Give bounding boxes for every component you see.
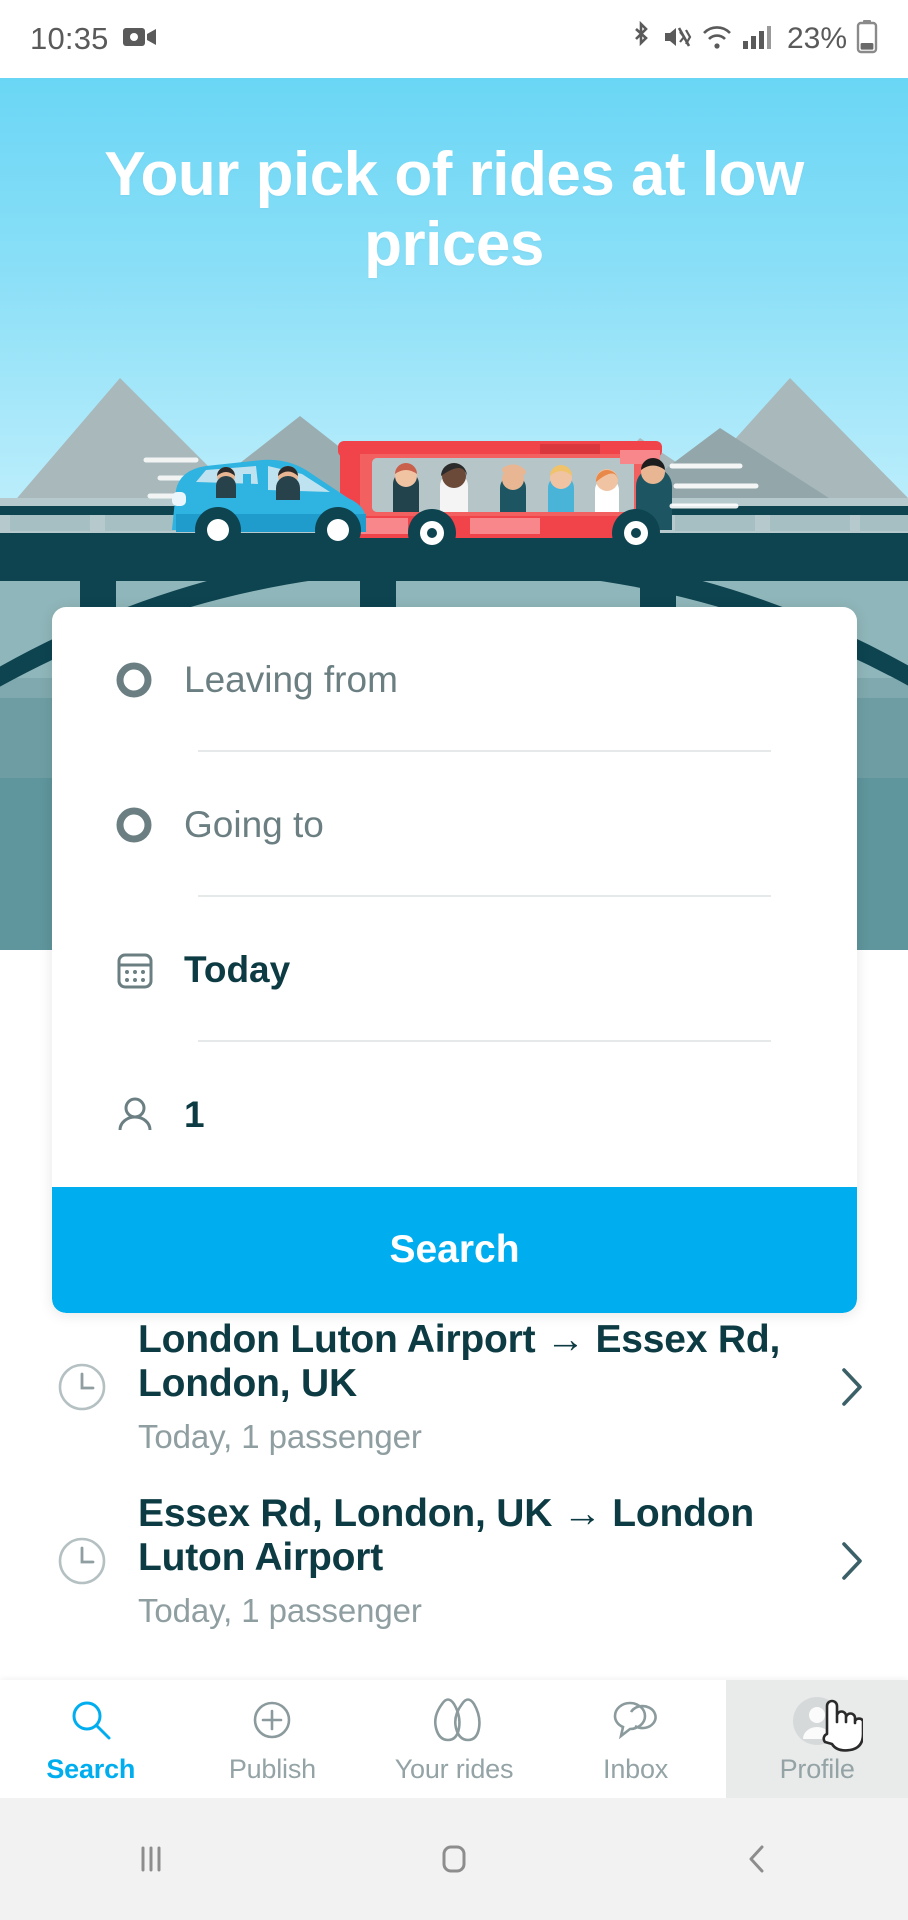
nav-item-inbox[interactable]: Inbox (545, 1680, 727, 1798)
nav-item-publish[interactable]: Publish (182, 1680, 364, 1798)
mute-vibrate-icon (662, 22, 692, 57)
nav-item-search[interactable]: Search (0, 1680, 182, 1798)
recent-search-row[interactable]: Essex Rd, London, UK → London Luton Airp… (0, 1474, 908, 1648)
video-record-icon (122, 25, 157, 54)
going-to-placeholder: Going to (184, 803, 324, 845)
search-card: Leaving from Going to Today 1 Search (52, 607, 857, 1313)
app-root: 10:35 23% Your pick of rides at low pric… (0, 0, 908, 1920)
nav-item-your-rides[interactable]: Your rides (363, 1680, 545, 1798)
chat-bubble-icon (609, 1694, 663, 1748)
recent-searches-list: London Luton Airport → Essex Rd, London,… (0, 1300, 908, 1648)
recent-search-text: London Luton Airport → Essex Rd, London,… (120, 1318, 830, 1456)
search-button[interactable]: Search (52, 1187, 857, 1313)
recent-search-row[interactable]: London Luton Airport → Essex Rd, London,… (0, 1300, 908, 1474)
back-icon[interactable] (605, 1837, 908, 1881)
recent-details-label: Today, 1 passenger (138, 1418, 422, 1456)
status-bar: 10:35 23% (0, 0, 908, 78)
status-bar-right: 23% (629, 19, 878, 59)
date-field[interactable]: Today (52, 897, 857, 1042)
steering-rides-icon (426, 1694, 482, 1748)
chevron-right-icon[interactable] (830, 1362, 874, 1412)
passengers-value: 1 (184, 1093, 205, 1135)
circle-outline-icon (112, 803, 168, 847)
status-bar-clock: 10:35 (30, 21, 109, 56)
recents-icon[interactable] (0, 1837, 303, 1881)
going-to-field[interactable]: Going to (52, 752, 857, 897)
calendar-icon (112, 947, 168, 993)
home-icon[interactable] (303, 1837, 606, 1881)
circle-outline-icon (112, 658, 168, 702)
nav-label-publish: Publish (228, 1753, 316, 1784)
passengers-field[interactable]: 1 (52, 1042, 857, 1187)
cellular-signal-icon (742, 23, 772, 56)
nav-label-your-rides: Your rides (394, 1753, 514, 1784)
magnifier-icon (66, 1694, 116, 1748)
recent-details-label: Today, 1 passenger (138, 1592, 422, 1630)
plus-circle-icon (247, 1694, 297, 1748)
bluetooth-icon (629, 20, 653, 58)
bottom-navigation-bar: Search Publish Your rides Inbox Profile (0, 1680, 908, 1798)
recent-route-label: Essex Rd, London, UK → London Luton Airp… (138, 1492, 755, 1580)
clock-icon (44, 1360, 120, 1414)
android-navigation-bar (0, 1798, 908, 1920)
person-icon (112, 1092, 168, 1138)
date-value: Today (184, 948, 291, 990)
page-title: Your pick of rides at low prices (104, 140, 804, 280)
battery-icon (856, 19, 878, 59)
clock-icon (44, 1534, 120, 1588)
nav-label-inbox: Inbox (603, 1753, 669, 1784)
leaving-from-field[interactable]: Leaving from (52, 607, 857, 752)
recent-search-text: Essex Rd, London, UK → London Luton Airp… (120, 1492, 830, 1630)
leaving-from-placeholder: Leaving from (184, 658, 398, 700)
chevron-right-icon[interactable] (830, 1536, 874, 1586)
recent-route-label: London Luton Airport → Essex Rd, London,… (138, 1318, 781, 1406)
hand-cursor-icon (813, 1694, 865, 1761)
nav-label-search: Search (46, 1753, 136, 1784)
battery-percent-label: 23% (786, 22, 847, 55)
nav-item-profile[interactable]: Profile (726, 1680, 908, 1798)
wifi-icon (701, 22, 733, 57)
status-bar-left: 10:35 (30, 21, 157, 57)
